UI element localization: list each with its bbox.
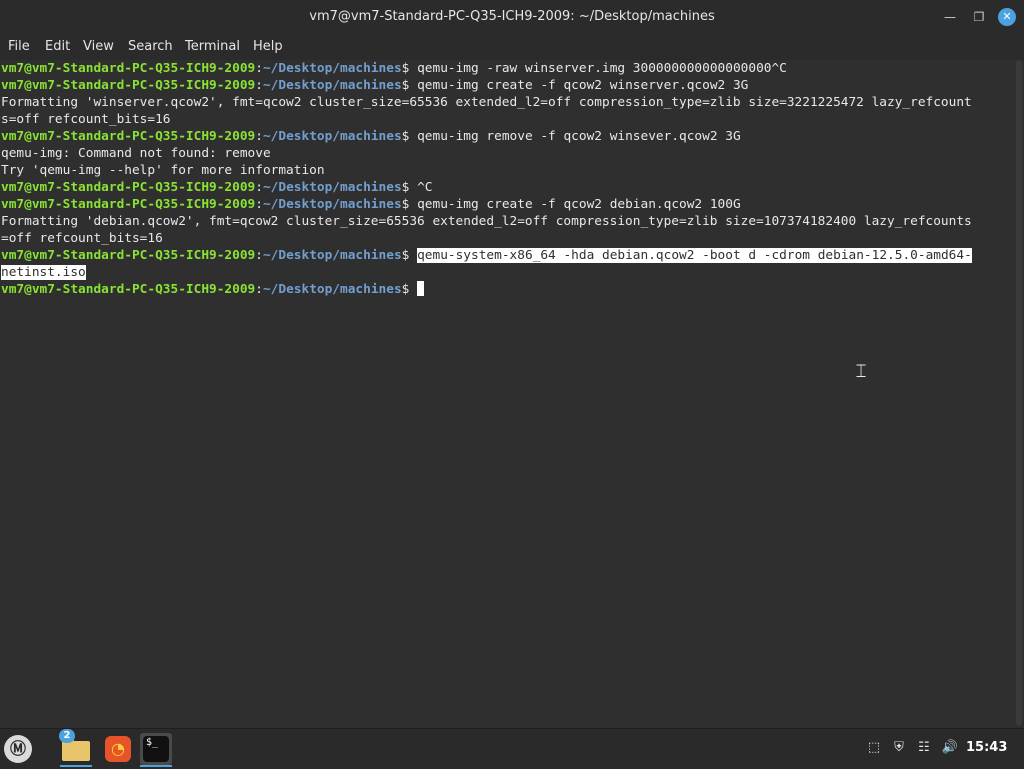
command-text: qemu-img remove -f qcow2 winsever.qcow2 … [417,129,741,144]
prompt-path: ~/Desktop/machines [262,61,402,76]
terminal-line: vm7@vm7-Standard-PC-Q35-ICH9-2009:~/Desk… [1,247,1014,264]
terminal-line: Formatting 'winserver.qcow2', fmt=qcow2 … [1,94,1014,111]
prompt-user: vm7@vm7-Standard-PC-Q35-ICH9-2009 [1,78,256,93]
terminal-line: vm7@vm7-Standard-PC-Q35-ICH9-2009:~/Desk… [1,128,1014,145]
minimize-icon[interactable]: — [941,8,959,26]
terminal-line: =off refcount_bits=16 [1,230,1014,247]
terminal-logo: $_ [143,736,169,762]
close-icon[interactable]: ✕ [998,8,1016,26]
terminal-line: qemu-img: Command not found: remove [1,145,1014,162]
window-title: vm7@vm7-Standard-PC-Q35-ICH9-2009: ~/Des… [309,9,715,24]
terminal-line: s=off refcount_bits=16 [1,111,1014,128]
prompt-separator: : [255,129,263,144]
firefox-logo: ◔ [105,736,131,762]
prompt-dollar: $ [401,129,418,144]
terminal-line: vm7@vm7-Standard-PC-Q35-ICH9-2009:~/Desk… [1,281,1014,298]
network-icon[interactable]: ☷ [915,738,933,758]
terminal-line: Formatting 'debian.qcow2', fmt=qcow2 clu… [1,213,1014,230]
command-text: qemu-img create -f qcow2 winserver.qcow2… [417,78,749,93]
prompt-dollar: $ [401,248,418,263]
prompt-user: vm7@vm7-Standard-PC-Q35-ICH9-2009 [1,180,256,195]
command-text: qemu-img create -f qcow2 debian.qcow2 10… [417,197,741,212]
selected-command: qemu-system-x86_64 -hda debian.qcow2 -bo… [417,248,972,263]
terminal-line: vm7@vm7-Standard-PC-Q35-ICH9-2009:~/Desk… [1,77,1014,94]
terminal-scrollbar[interactable] [1016,60,1022,726]
prompt-path: ~/Desktop/machines [262,180,402,195]
output-text: qemu-img: Command not found: remove [1,146,271,161]
prompt-dollar: $ [401,61,418,76]
prompt-separator: : [255,180,263,195]
folder-body [62,741,90,761]
prompt-path: ~/Desktop/machines [262,129,402,144]
output-text: Try 'qemu-img --help' for more informati… [1,163,325,178]
menu-terminal[interactable]: Terminal [185,38,240,56]
prompt-dollar: $ [401,78,418,93]
output-text: Formatting 'debian.qcow2', fmt=qcow2 clu… [1,214,972,229]
menu-view[interactable]: View [83,38,114,56]
output-text: =off refcount_bits=16 [1,231,163,246]
menubar: File Edit View Search Terminal Help [0,34,1024,60]
linux-mint-menu-icon[interactable]: Ⓜ [4,735,32,763]
prompt-separator: : [255,61,263,76]
prompt-path: ~/Desktop/machines [262,197,402,212]
output-text: s=off refcount_bits=16 [1,112,171,127]
prompt-user: vm7@vm7-Standard-PC-Q35-ICH9-2009 [1,282,256,297]
prompt-separator: : [255,248,263,263]
prompt-path: ~/Desktop/machines [262,248,402,263]
prompt-separator: : [255,78,263,93]
prompt-user: vm7@vm7-Standard-PC-Q35-ICH9-2009 [1,197,256,212]
terminal-icon[interactable]: $_ [140,733,172,765]
output-text: Formatting 'winserver.qcow2', fmt=qcow2 … [1,95,972,110]
menu-search[interactable]: Search [128,38,173,56]
terminal-line: vm7@vm7-Standard-PC-Q35-ICH9-2009:~/Desk… [1,60,1014,77]
terminal-line: Try 'qemu-img --help' for more informati… [1,162,1014,179]
folder-active-indicator [60,765,92,767]
menu-help[interactable]: Help [253,38,283,56]
terminal-line: netinst.iso [1,264,1014,281]
window-titlebar[interactable]: vm7@vm7-Standard-PC-Q35-ICH9-2009: ~/Des… [0,0,1024,34]
prompt-user: vm7@vm7-Standard-PC-Q35-ICH9-2009 [1,129,256,144]
prompt-separator: : [255,197,263,212]
prompt-path: ~/Desktop/machines [262,282,402,297]
text-cursor-ibeam-icon: ⌶ [855,361,867,382]
command-text: ^C [417,180,433,195]
clock[interactable]: 15:43 [966,738,1007,758]
terminal-active-indicator [140,765,172,767]
terminal-line: vm7@vm7-Standard-PC-Q35-ICH9-2009:~/Desk… [1,196,1014,213]
folder-count-badge: 2 [59,729,75,743]
prompt-user: vm7@vm7-Standard-PC-Q35-ICH9-2009 [1,248,256,263]
prompt-dollar: $ [401,197,418,212]
selected-output: netinst.iso [1,265,86,280]
update-manager-icon[interactable]: ⬚ [866,738,882,758]
shield-icon[interactable]: ⛨ [890,738,908,758]
prompt-dollar: $ [401,180,418,195]
terminal-output[interactable]: vm7@vm7-Standard-PC-Q35-ICH9-2009:~/Desk… [0,60,1014,728]
terminal-line: vm7@vm7-Standard-PC-Q35-ICH9-2009:~/Desk… [1,179,1014,196]
prompt-dollar: $ [401,282,418,297]
command-text: qemu-img -raw winserver.img 300000000000… [417,61,787,76]
terminal-cursor [417,281,425,296]
menu-edit[interactable]: Edit [45,38,70,56]
volume-icon[interactable]: 🔊 [941,738,959,758]
firefox-icon[interactable]: ◔ [102,733,134,765]
prompt-path: ~/Desktop/machines [262,78,402,93]
prompt-separator: : [255,282,263,297]
menu-file[interactable]: File [8,38,30,56]
prompt-user: vm7@vm7-Standard-PC-Q35-ICH9-2009 [1,61,256,76]
restore-icon[interactable]: ❐ [970,8,988,26]
